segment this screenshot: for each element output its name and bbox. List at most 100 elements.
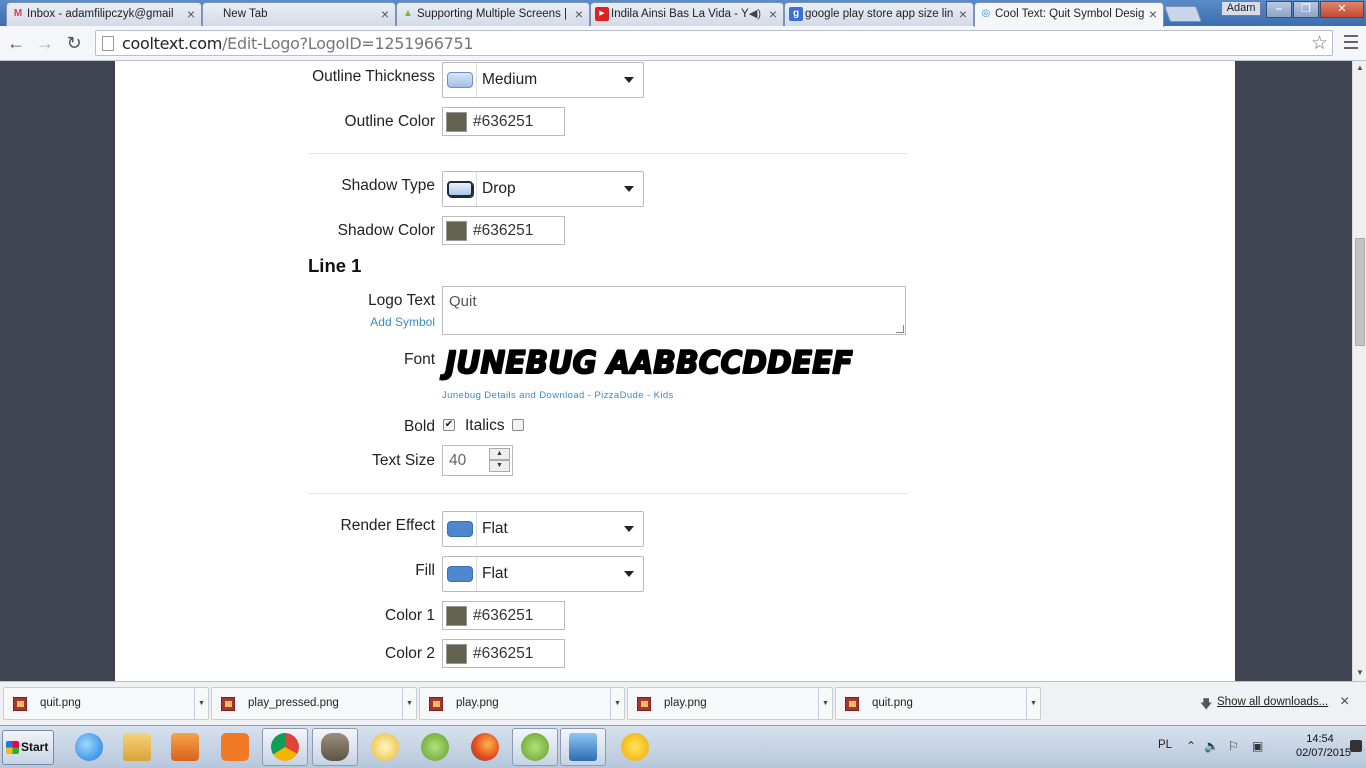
color1-picker[interactable]: #636251	[442, 601, 565, 630]
address-bar[interactable]: cooltext.com/Edit-Logo?LogoID=1251966751…	[95, 30, 1333, 56]
windows-logo-icon	[6, 741, 19, 754]
bold-checkbox[interactable]: ✔	[443, 419, 455, 431]
clock-time: 14:54	[1306, 733, 1334, 745]
photo-viewer-icon[interactable]	[560, 728, 606, 766]
minimize-button[interactable]: –	[1266, 1, 1292, 18]
color2-picker[interactable]: #636251	[442, 639, 565, 668]
color-swatch	[446, 644, 467, 664]
increment-icon[interactable]: ▲	[489, 448, 510, 460]
scroll-down-icon[interactable]: ▼	[1356, 668, 1364, 677]
text-size-label: Text Size	[372, 452, 435, 469]
show-all-downloads-link[interactable]: Show all downloads...	[1217, 696, 1328, 708]
chevron-down-icon[interactable]: ▼	[402, 688, 416, 719]
forward-arrow-icon[interactable]: →	[33, 31, 57, 55]
start-button[interactable]: Start	[2, 730, 54, 765]
download-item[interactable]: quit.png ▼	[3, 687, 209, 720]
font-category-link[interactable]: Kids	[654, 390, 674, 401]
image-file-icon	[637, 697, 651, 711]
file-explorer-icon[interactable]	[114, 728, 160, 766]
bookmark-star-icon[interactable]: ☆	[1311, 32, 1328, 55]
close-window-button[interactable]: ✕	[1320, 1, 1364, 18]
restore-button[interactable]: ❐	[1293, 1, 1319, 18]
decrement-icon[interactable]: ▼	[489, 460, 510, 472]
chevron-down-icon[interactable]: ▼	[818, 688, 832, 719]
shadow-color-picker[interactable]: #636251	[442, 216, 565, 245]
chevron-down-icon[interactable]: ▼	[610, 688, 624, 719]
text-size-stepper[interactable]: 40 ▲ ▼	[442, 445, 513, 476]
download-item[interactable]: quit.png ▼	[835, 687, 1041, 720]
paint-icon[interactable]	[362, 728, 408, 766]
tab-close-icon[interactable]: ×	[769, 3, 777, 25]
font-details-link[interactable]: Junebug Details and Download	[442, 390, 585, 401]
chrome-icon[interactable]	[262, 728, 308, 766]
text-size-value: 40	[449, 452, 467, 469]
firefox-icon[interactable]	[462, 728, 508, 766]
italics-checkbox[interactable]	[512, 419, 524, 431]
system-clock[interactable]: 14:54 02/07/2015	[1296, 732, 1351, 760]
outline-thickness-value: Medium	[482, 71, 538, 88]
action-center-flag-icon[interactable]: ⚐	[1228, 739, 1239, 753]
download-item[interactable]: play_pressed.png ▼	[211, 687, 417, 720]
outline-thickness-label: Outline Thickness	[312, 68, 435, 85]
tab-android-docs[interactable]: ▲ Supporting Multiple Screens | ×	[396, 2, 590, 26]
new-tab-button[interactable]	[1164, 6, 1202, 22]
show-hidden-icons-icon[interactable]: ⌃	[1186, 739, 1196, 753]
image-file-icon	[845, 697, 859, 711]
tab-youtube[interactable]: ▶ Indila Ainsi Bas La Vida - Y ◀) ×	[590, 2, 784, 26]
download-arrow-icon: 🡇	[1200, 697, 1213, 711]
shadow-color-value: #636251	[473, 222, 534, 239]
tab-cooltext[interactable]: ◎ Cool Text: Quit Symbol Desig ×	[974, 2, 1164, 27]
chevron-down-icon[interactable]: ▼	[1026, 688, 1040, 719]
render-effect-select[interactable]: Flat	[442, 511, 644, 547]
page-scrollbar[interactable]: ▲ ▼	[1352, 61, 1366, 681]
tab-close-icon[interactable]: ×	[187, 3, 195, 25]
show-desktop-icon[interactable]	[1350, 740, 1362, 752]
tab-close-icon[interactable]: ×	[1149, 3, 1157, 25]
reload-icon[interactable]: ↻	[62, 31, 86, 55]
scroll-up-icon[interactable]: ▲	[1356, 63, 1364, 72]
logo-text-label: Logo Text	[368, 292, 435, 309]
resize-grip-icon[interactable]	[896, 325, 904, 333]
outline-color-picker[interactable]: #636251	[442, 107, 565, 136]
cooltext-icon: ◎	[981, 8, 991, 19]
line-heading: Line 1	[308, 255, 362, 276]
close-icon[interactable]: ×	[1340, 693, 1349, 711]
font-author-link[interactable]: PizzaDude	[594, 390, 644, 401]
logo-text-input[interactable]: Quit	[442, 286, 906, 335]
chevron-down-icon	[624, 526, 634, 532]
chrome-menu-icon[interactable]	[1342, 31, 1360, 55]
outline-thickness-select[interactable]: Medium	[442, 62, 644, 98]
gimp-icon[interactable]	[312, 728, 358, 766]
tab-close-icon[interactable]: ×	[381, 3, 389, 25]
browser-toolbar: ← → ↻ cooltext.com/Edit-Logo?LogoID=1251…	[0, 26, 1366, 61]
font-preview[interactable]: JUNEBUG AABBCCDDEEF	[444, 344, 853, 382]
android-sdk-icon[interactable]	[512, 728, 558, 766]
profile-badge[interactable]: Adam	[1221, 1, 1261, 16]
volume-icon[interactable]: 🔈	[1204, 739, 1219, 753]
media-player-icon[interactable]	[162, 728, 208, 766]
chevron-down-icon[interactable]: ▼	[194, 688, 208, 719]
fill-select[interactable]: Flat	[442, 556, 644, 592]
scrollbar-thumb[interactable]	[1355, 238, 1365, 346]
tab-new-tab[interactable]: New Tab ×	[202, 2, 396, 26]
android-studio-icon[interactable]	[412, 728, 458, 766]
tab-close-icon[interactable]: ×	[959, 3, 967, 25]
tab-google-search[interactable]: g google play store app size lin ×	[784, 2, 974, 26]
section-divider	[308, 493, 908, 494]
network-icon[interactable]: ▣	[1252, 739, 1263, 753]
outline-color-label: Outline Color	[344, 113, 435, 130]
xampp-icon[interactable]	[212, 728, 258, 766]
tab-close-icon[interactable]: ×	[575, 3, 583, 25]
tab-gmail[interactable]: M Inbox - adamfilipczyk@gmail ×	[6, 2, 202, 26]
language-indicator[interactable]: PL	[1158, 739, 1172, 751]
download-item[interactable]: play.png ▼	[627, 687, 833, 720]
add-symbol-link[interactable]: Add Symbol	[235, 315, 435, 329]
render-effect-swatch	[443, 512, 477, 546]
section-divider	[308, 153, 908, 154]
color2-label: Color 2	[385, 645, 435, 662]
shadow-type-select[interactable]: Drop	[442, 171, 644, 207]
internet-explorer-icon[interactable]	[66, 728, 112, 766]
download-item[interactable]: play.png ▼	[419, 687, 625, 720]
back-arrow-icon[interactable]: ←	[4, 31, 28, 55]
sun-app-icon[interactable]	[612, 728, 658, 766]
